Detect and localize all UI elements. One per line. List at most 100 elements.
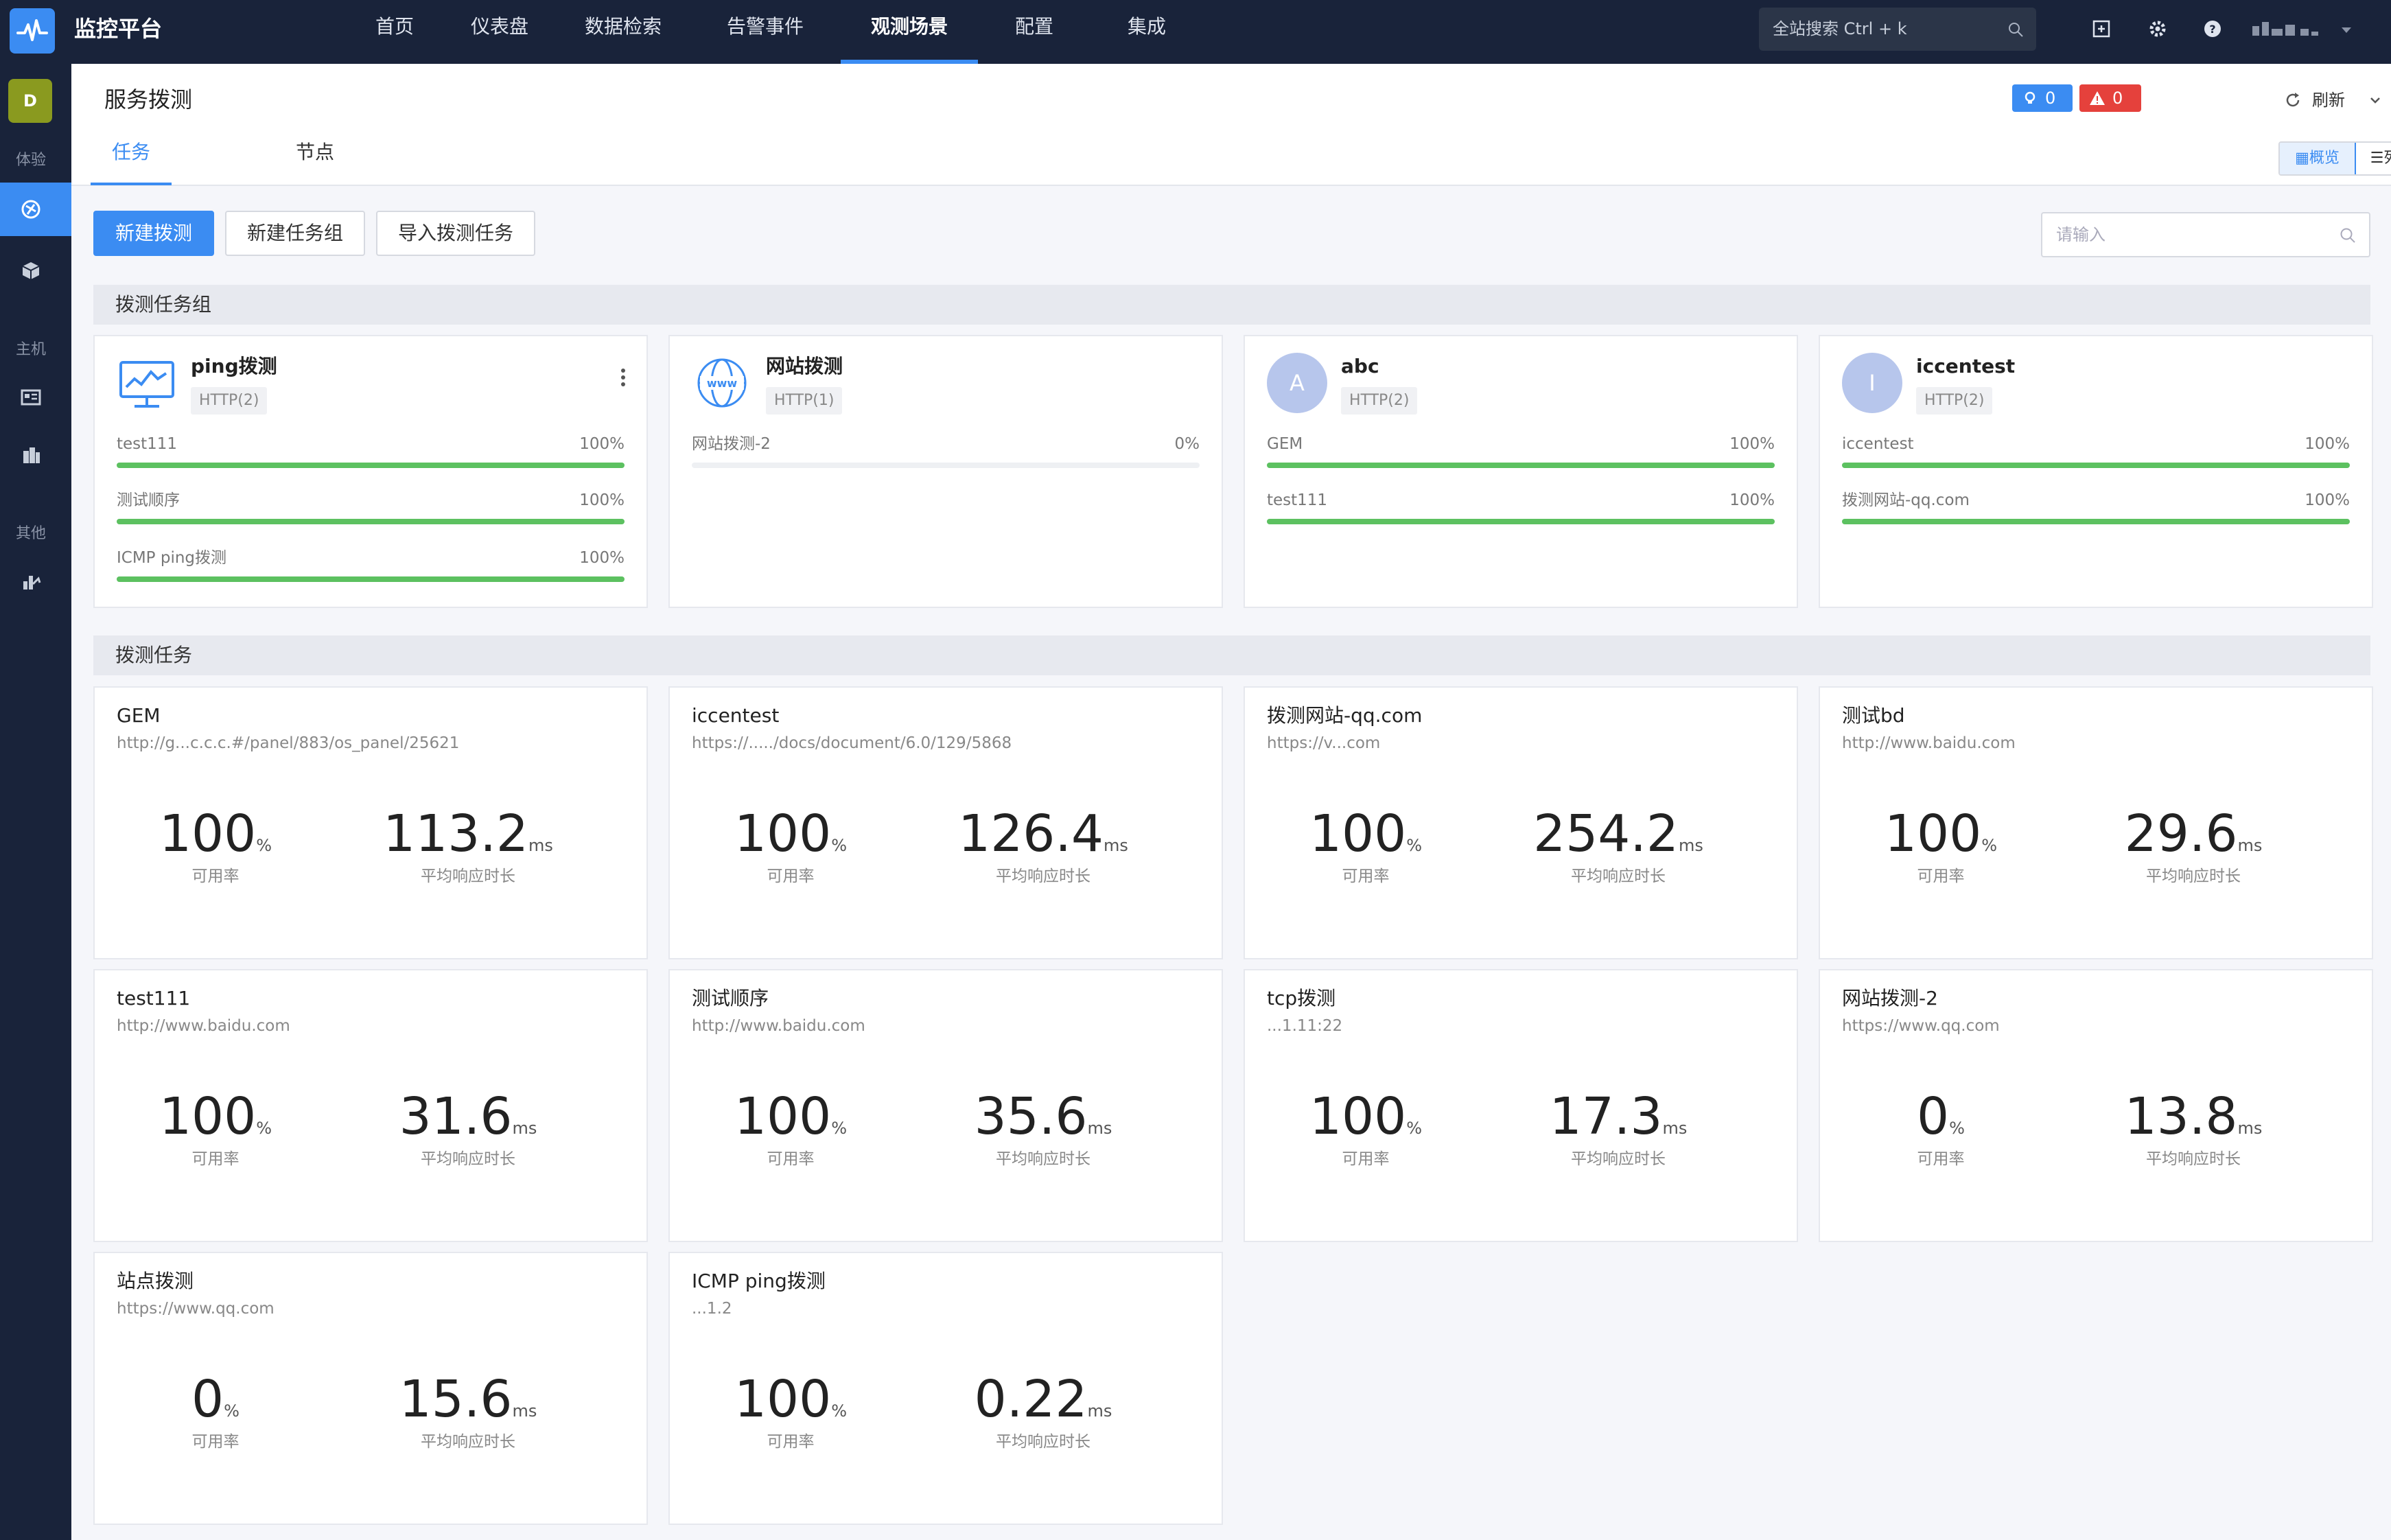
task-card[interactable]: test111 http://www.baidu.com 100% 可用率 31.6ms… bbox=[93, 969, 648, 1242]
sidebar-item-cube[interactable] bbox=[0, 244, 71, 297]
progress-fill bbox=[1267, 463, 1775, 468]
availability-unit: % bbox=[831, 1119, 848, 1138]
bulb-icon bbox=[2025, 91, 2036, 104]
nav-config[interactable]: 配置 bbox=[978, 0, 1090, 64]
page-header: 服务拨测 任务 节点 0 0 刷新 ▦概览 ☰列表 bbox=[71, 64, 2391, 186]
availability-label: 可用率 bbox=[1917, 867, 1965, 885]
task-card[interactable]: 站点拨测 https://www.qq.com 0% 可用率 15.6ms 平均响应时长 bbox=[93, 1252, 648, 1525]
group-item-label: test111 bbox=[117, 435, 178, 453]
availability-value: 100 bbox=[1884, 804, 1982, 863]
group-card[interactable]: I iccentest HTTP(2) iccentest 100% 拨测网站-q… bbox=[1819, 335, 2373, 608]
task-card[interactable]: 网站拨测-2 https://www.qq.com 0% 可用率 13.8ms 平均响应时… bbox=[1819, 969, 2373, 1242]
task-card[interactable]: 拨测网站-qq.com https://v...com 100% 可用率 254.2ms… bbox=[1244, 686, 1798, 959]
refresh-button[interactable]: 刷新 bbox=[2285, 86, 2380, 114]
alert-count: 0 bbox=[2112, 89, 2123, 108]
availability-unit: % bbox=[256, 1119, 272, 1138]
sidebar-section-other: 其他 bbox=[15, 525, 46, 542]
screen-capture-icon[interactable] bbox=[2088, 15, 2115, 43]
task-url: https://v...com bbox=[1267, 734, 1381, 752]
availability-stat: 100% 可用率 bbox=[681, 1368, 900, 1454]
probe-icon bbox=[21, 200, 40, 219]
availability-value: 100 bbox=[159, 804, 257, 863]
availability-label: 可用率 bbox=[1342, 867, 1390, 885]
list-icon: ☰ bbox=[2370, 150, 2384, 167]
task-card[interactable]: ICMP ping拨测 ...1.2 100% 可用率 0.22ms 平均响应时长 bbox=[668, 1252, 1223, 1525]
availability-label: 可用率 bbox=[767, 867, 815, 885]
task-card[interactable]: tcp拨测 ...1.11:22 100% 可用率 17.3ms 平均响应时长 bbox=[1244, 969, 1798, 1242]
task-url: ...1.2 bbox=[692, 1300, 732, 1318]
chart-mix-icon bbox=[23, 576, 41, 590]
svg-text:?: ? bbox=[2209, 23, 2215, 36]
response-time-unit: ms bbox=[2237, 836, 2263, 855]
task-search-input[interactable]: 请输入 bbox=[2041, 212, 2370, 257]
new-probe-button[interactable]: 新建拨测 bbox=[93, 211, 214, 256]
view-overview-button[interactable]: ▦概览 bbox=[2280, 143, 2356, 174]
availability-stat: 0% 可用率 bbox=[1831, 1086, 2051, 1171]
availability-label: 可用率 bbox=[767, 1433, 815, 1451]
sidebar-item-probe[interactable] bbox=[0, 183, 71, 236]
availability-stat: 100% 可用率 bbox=[106, 1086, 325, 1171]
group-item-value: 100% bbox=[1729, 491, 1775, 509]
info-count-badge[interactable]: 0 bbox=[2012, 84, 2073, 112]
nav-alert-events[interactable]: 告警事件 bbox=[690, 0, 841, 64]
group-type-tag: HTTP(2) bbox=[1916, 387, 1993, 415]
task-card[interactable]: 测试bd http://www.baidu.com 100% 可用率 29.6ms 平均响… bbox=[1819, 686, 2373, 959]
task-name: tcp拨测 bbox=[1267, 987, 1336, 1010]
task-card[interactable]: 测试顺序 http://www.baidu.com 100% 可用率 35.6ms 平均响… bbox=[668, 969, 1223, 1242]
progress-bar bbox=[692, 463, 1200, 468]
nav-home[interactable]: 首页 bbox=[347, 0, 443, 64]
gear-icon[interactable] bbox=[2144, 15, 2171, 43]
import-probe-tasks-button[interactable]: 导入拨测任务 bbox=[376, 211, 535, 256]
group-card[interactable]: ping拨测 HTTP(2) test111 100% 测试顺序 100% ICMP… bbox=[93, 335, 648, 608]
group-item-value: 100% bbox=[579, 491, 625, 509]
response-time-label: 平均响应时长 bbox=[996, 867, 1090, 885]
more-vertical-icon[interactable] bbox=[616, 364, 630, 391]
app-logo-icon[interactable] bbox=[10, 8, 55, 54]
response-time-unit: ms bbox=[1087, 1119, 1112, 1138]
progress-bar bbox=[1267, 463, 1775, 468]
task-card[interactable]: iccentest https://...../docs/document/6.0… bbox=[668, 686, 1223, 959]
response-time-label: 平均响应时长 bbox=[996, 1150, 1090, 1168]
group-item-label: iccentest bbox=[1842, 435, 1914, 453]
global-search-placeholder: 全站搜索 Ctrl + k bbox=[1773, 19, 1907, 38]
global-search-input[interactable]: 全站搜索 Ctrl + k bbox=[1759, 8, 2036, 51]
group-avatar: A bbox=[1267, 353, 1327, 413]
help-icon[interactable]: ? bbox=[2199, 15, 2226, 43]
nav-observe-scenes[interactable]: 观测场景 bbox=[841, 0, 978, 64]
task-card[interactable]: GEM http://g...c.c.c.#/panel/883/os_panel… bbox=[93, 686, 648, 959]
response-time-unit: ms bbox=[528, 836, 553, 855]
group-avatar: I bbox=[1842, 353, 1902, 413]
progress-fill bbox=[1842, 519, 2350, 524]
group-card[interactable]: www 网站拨测 HTTP(1) 网站拨测-2 0% bbox=[668, 335, 1223, 608]
response-time-unit: ms bbox=[512, 1401, 537, 1421]
side-nav: D 体验 主机 其他 bbox=[0, 64, 71, 1540]
workspace-avatar[interactable]: D bbox=[8, 79, 52, 123]
response-time-unit: ms bbox=[1103, 836, 1128, 855]
tab-tasks[interactable]: 任务 bbox=[91, 137, 172, 185]
tab-nodes[interactable]: 节点 bbox=[277, 137, 353, 185]
task-url: https://www.qq.com bbox=[1842, 1017, 2000, 1035]
group-name: iccentest bbox=[1916, 355, 2016, 377]
nav-integration[interactable]: 集成 bbox=[1090, 0, 1203, 64]
main-nav: 首页 仪表盘 数据检索 告警事件 观测场景 配置 集成 bbox=[347, 0, 1203, 64]
response-time-label: 平均响应时长 bbox=[996, 1433, 1090, 1451]
user-menu[interactable] bbox=[2252, 19, 2362, 40]
task-name: 测试顺序 bbox=[692, 987, 769, 1010]
view-list-button[interactable]: ☰列表 bbox=[2355, 143, 2391, 174]
nav-dashboard[interactable]: 仪表盘 bbox=[443, 0, 557, 64]
new-task-group-button[interactable]: 新建任务组 bbox=[225, 211, 365, 256]
progress-fill bbox=[117, 576, 625, 582]
response-time-value: 126.4 bbox=[958, 804, 1104, 863]
sidebar-item-building[interactable] bbox=[0, 429, 71, 482]
nav-data-search[interactable]: 数据检索 bbox=[557, 0, 690, 64]
view-list-label: 列表 bbox=[2383, 150, 2391, 167]
group-card[interactable]: A abc HTTP(2) GEM 100% test111 100% bbox=[1244, 335, 1798, 608]
sidebar-item-host-list[interactable] bbox=[0, 371, 71, 424]
response-time-unit: ms bbox=[1087, 1401, 1112, 1421]
alert-count-badge[interactable]: 0 bbox=[2079, 84, 2141, 112]
task-name: 测试bd bbox=[1842, 704, 1905, 727]
response-time-stat: 15.6ms 平均响应时长 bbox=[358, 1368, 578, 1454]
info-count: 0 bbox=[2045, 89, 2056, 108]
sidebar-item-chart-mix[interactable] bbox=[0, 555, 71, 609]
response-time-label: 平均响应时长 bbox=[421, 1150, 515, 1168]
